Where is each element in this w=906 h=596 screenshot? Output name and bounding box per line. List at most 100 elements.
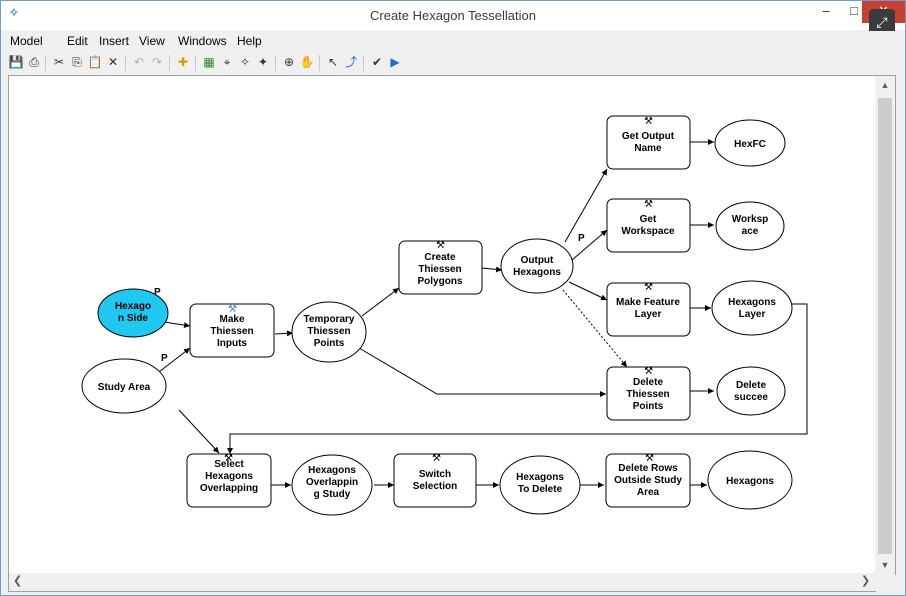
node-temporary-thiessen-points[interactable]: Temporary Thiessen Points — [291, 301, 367, 363]
menu-bar: Model Edit Insert View Windows Help — [1, 31, 905, 51]
redo-icon[interactable]: ↷ — [149, 54, 165, 70]
node-label: Polygons — [417, 276, 462, 287]
node-label: Delete — [633, 377, 663, 388]
node-label: Hexagons — [205, 471, 253, 482]
horizontal-scrollbar[interactable]: ❮ ❯ — [8, 573, 876, 592]
toolbar-separator — [195, 55, 196, 71]
node-label: Overlapping — [200, 483, 258, 494]
node-label: Switch — [419, 469, 451, 480]
zoom-in-icon[interactable]: ⊕ — [281, 54, 297, 70]
menu-windows[interactable]: Windows — [178, 34, 227, 48]
node-create-thiessen-polygons[interactable]: ⚒ Create Thiessen Polygons — [398, 240, 483, 295]
node-label: Hexagons — [726, 476, 774, 487]
tool-icon: ⚒ — [644, 199, 653, 210]
node-label: Delete Rows — [618, 463, 678, 474]
model-canvas[interactable]: P P P Hexago n Side Study Area ⚒ Make Th… — [8, 75, 876, 575]
node-label: Workspace — [621, 226, 675, 237]
node-study-area[interactable]: Study Area — [81, 358, 167, 414]
window-title: Create Hexagon Tessellation — [370, 8, 536, 23]
node-hexagons-to-delete[interactable]: Hexagons To Delete — [499, 455, 581, 515]
node-label: Output — [521, 255, 554, 266]
node-label: Hexagons — [728, 297, 776, 308]
menu-insert[interactable]: Insert — [99, 34, 129, 48]
connector — [361, 287, 400, 317]
node-delete-succeeded[interactable]: Delete succee — [716, 366, 786, 416]
select-icon[interactable]: ↖ — [325, 54, 341, 70]
connector — [564, 168, 608, 243]
cut-icon[interactable]: ✂ — [51, 54, 67, 70]
menu-help[interactable]: Help — [237, 34, 262, 48]
tool-icon: ⚒ — [644, 282, 653, 293]
zoom-in-fixed-icon[interactable]: ✧ — [237, 54, 253, 70]
delete-icon[interactable]: ✕ — [105, 54, 121, 70]
node-make-feature-layer[interactable]: ⚒ Make Feature Layer — [606, 282, 691, 337]
node-select-hexagons-overlapping[interactable]: ⚒ Select Hexagons Overlapping — [186, 453, 272, 508]
connector — [274, 330, 294, 337]
node-label: Name — [634, 143, 662, 154]
save-icon[interactable]: 💾 — [8, 54, 24, 70]
node-label: Points — [314, 338, 345, 349]
vertical-scroll-thumb[interactable] — [878, 98, 892, 554]
pan-icon[interactable]: ✋ — [299, 54, 315, 70]
node-hexagons-layer[interactable]: Hexagons Layer — [711, 280, 793, 336]
menu-model[interactable]: Model — [10, 34, 43, 48]
node-get-output-name[interactable]: ⚒ Get Output Name — [606, 115, 691, 170]
toolbar-separator — [125, 55, 126, 71]
parameter-marker: P — [578, 233, 585, 244]
node-delete-thiessen-points[interactable]: ⚒ Delete Thiessen Points — [606, 366, 691, 421]
scroll-left-icon[interactable]: ❮ — [13, 574, 22, 587]
menu-edit[interactable]: Edit — [67, 34, 88, 48]
node-label: Hexago — [115, 301, 151, 312]
scroll-up-icon[interactable]: ▲ — [878, 80, 892, 90]
tool-icon: ⚒ — [644, 116, 653, 127]
node-label: Get — [640, 214, 657, 225]
scroll-down-icon[interactable]: ▼ — [878, 560, 892, 570]
toolbar-separator — [275, 55, 276, 71]
tool-icon: ⚒ — [644, 366, 653, 377]
tool-icon: ⚒ — [432, 453, 441, 464]
validate-icon[interactable]: ✔ — [369, 54, 385, 70]
scrollbar-corner — [875, 573, 895, 591]
connector — [178, 409, 220, 454]
node-label: Overlappin — [306, 477, 358, 488]
copy-icon[interactable]: ⎘ — [69, 54, 85, 70]
toolbar-separator — [45, 55, 46, 71]
node-delete-rows-outside-study-area[interactable]: ⚒ Delete Rows Outside Study Area — [605, 453, 691, 508]
node-label: Hexagons — [308, 465, 356, 476]
title-bar[interactable]: ⯎ Create Hexagon Tessellation – □ ✕ — [1, 1, 905, 30]
node-label: Area — [637, 487, 660, 498]
node-hexagons[interactable]: Hexagons — [707, 450, 793, 510]
node-label: g Study — [314, 489, 351, 500]
toolbar-separator — [363, 55, 364, 71]
add-data-icon[interactable]: ✚ — [175, 54, 191, 70]
scroll-right-icon[interactable]: ❯ — [861, 574, 870, 587]
node-label: Temporary — [304, 314, 355, 325]
node-hexfc[interactable]: HexFC — [714, 119, 786, 167]
vertical-scrollbar[interactable]: ▲ ▼ — [875, 75, 896, 575]
node-switch-selection[interactable]: ⚒ Switch Selection — [393, 453, 477, 508]
auto-layout-icon[interactable]: ▦ — [201, 54, 217, 70]
print-icon[interactable]: ⎙ — [26, 54, 42, 70]
full-extent-icon[interactable]: ⌖ — [219, 54, 235, 70]
node-label: Get Output — [622, 131, 675, 142]
node-label: Thiessen — [210, 326, 253, 337]
paste-icon[interactable]: 📋 — [87, 54, 103, 70]
run-icon[interactable]: ▶ — [387, 54, 403, 70]
menu-view[interactable]: View — [139, 34, 165, 48]
node-label: Select — [214, 459, 244, 470]
node-make-thiessen-inputs[interactable]: ⚒ Make Thiessen Inputs — [189, 303, 275, 358]
node-label: Make — [219, 314, 244, 325]
undo-icon[interactable]: ↶ — [131, 54, 147, 70]
minimize-button[interactable]: – — [812, 1, 840, 23]
node-output-hexagons[interactable]: Output Hexagons — [500, 238, 574, 294]
connector — [481, 266, 503, 273]
node-label: ace — [742, 226, 759, 237]
zoom-out-fixed-icon[interactable]: ✦ — [255, 54, 271, 70]
node-label: Thiessen — [626, 389, 669, 400]
node-workspace[interactable]: Worksp ace — [715, 201, 785, 251]
node-hexagon-side[interactable]: Hexago n Side — [97, 288, 169, 338]
node-hexagons-overlapping-study[interactable]: Hexagons Overlappin g Study — [291, 454, 373, 516]
node-label: Inputs — [217, 338, 247, 349]
node-get-workspace[interactable]: ⚒ Get Workspace — [606, 198, 691, 253]
connect-icon[interactable]: ⤴ — [343, 54, 359, 70]
